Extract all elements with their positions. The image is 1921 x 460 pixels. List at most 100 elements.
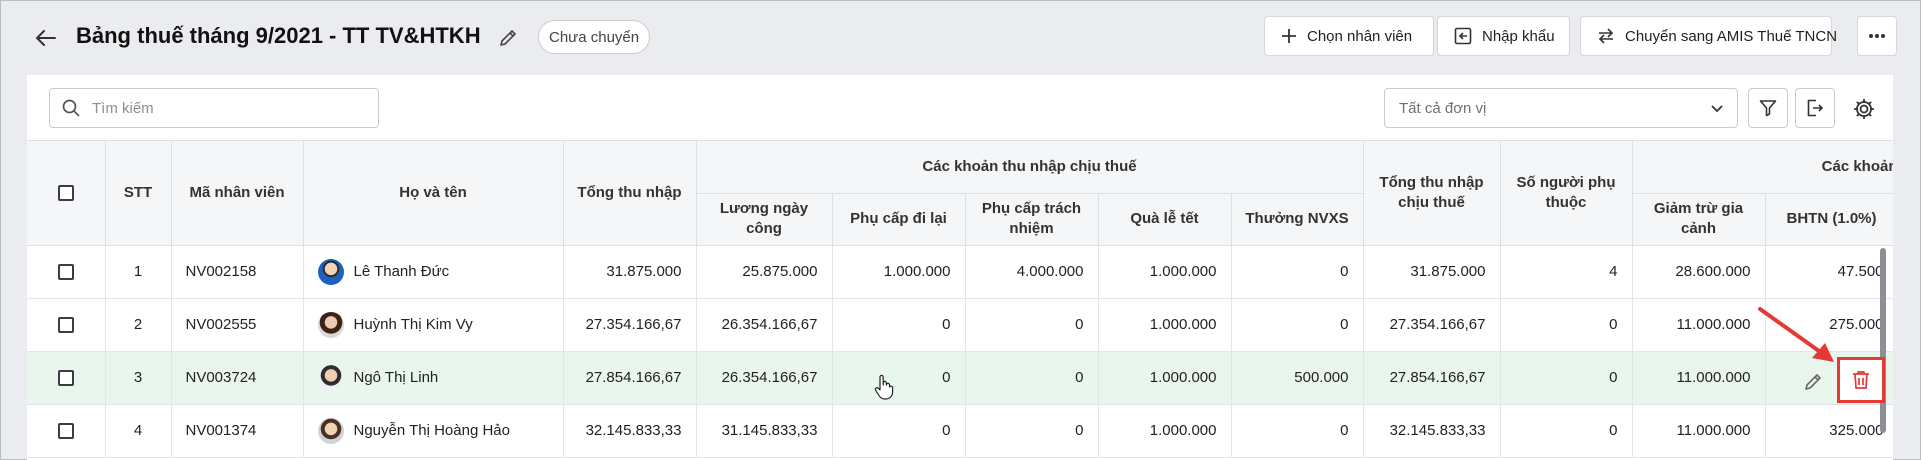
more-button[interactable] — [1857, 16, 1897, 56]
col-family-deduction: Giảm trừ gia cảnh — [1632, 193, 1766, 246]
col-bhtn: BHTN (1.0%) — [1765, 193, 1893, 246]
content-panel: Tất cả đơn vị STT Mã nhân viên Họ và tên — [27, 75, 1893, 460]
search-box[interactable] — [49, 88, 379, 128]
table-row[interactable]: 4 NV001374 Nguyễn Thị Hoàng Hảo 32.145.8… — [27, 404, 1893, 458]
transfer-icon — [1598, 28, 1614, 44]
edit-title-button[interactable] — [496, 26, 520, 50]
cell-dependents: 0 — [1500, 298, 1633, 352]
cell-travel: 0 — [832, 404, 966, 458]
cell-total-income: 27.354.166,67 — [563, 298, 697, 352]
settings-button[interactable] — [1849, 94, 1879, 124]
cell-travel: 1.000.000 — [832, 245, 966, 299]
col-group-taxable: Các khoản thu nhập chịu thuế — [696, 141, 1364, 194]
table-row[interactable]: 2 NV002555 Huỳnh Thị Kim Vy 27.354.166,6… — [27, 298, 1893, 352]
chevron-down-icon — [1711, 105, 1723, 113]
back-arrow-icon — [36, 30, 56, 46]
cell-employee-code: NV001374 — [171, 404, 304, 458]
unit-select-value: Tất cả đơn vị — [1399, 99, 1487, 117]
gear-icon — [1854, 99, 1874, 119]
col-employee-code: Mã nhân viên — [171, 141, 304, 246]
cell-total-taxable: 27.354.166,67 — [1363, 298, 1501, 352]
col-group-deductions: Các khoản — [1632, 141, 1893, 194]
status-badge: Chưa chuyển — [538, 20, 651, 54]
col-holiday-gift: Quà lễ tết — [1098, 193, 1232, 246]
cell-holiday: 1.000.000 — [1098, 351, 1232, 405]
col-full-name: Họ và tên — [303, 141, 564, 246]
cell-bonus: 0 — [1231, 404, 1364, 458]
employee-name: Ngô Thị Linh — [353, 369, 439, 386]
pencil-icon — [1805, 374, 1821, 390]
avatar — [317, 311, 344, 338]
cell-stt: 3 — [105, 351, 172, 405]
cell-stt: 2 — [105, 298, 172, 352]
cell-travel: 0 — [832, 298, 966, 352]
avatar — [317, 258, 344, 285]
back-button[interactable] — [34, 26, 58, 50]
cell-holiday: 1.000.000 — [1098, 404, 1232, 458]
cell-full-name: Lê Thanh Đức — [303, 245, 564, 299]
avatar — [317, 417, 344, 444]
import-label: Nhập khẩu — [1482, 27, 1555, 45]
filter-button[interactable] — [1748, 88, 1788, 128]
row-checkbox-cell — [27, 351, 106, 405]
choose-employee-button[interactable]: Chọn nhân viên — [1264, 16, 1434, 56]
tax-table: STT Mã nhân viên Họ và tên Tổng thu nhập… — [27, 141, 1893, 458]
cell-employee-code: NV003724 — [171, 351, 304, 405]
cell-total-income: 31.875.000 — [563, 245, 697, 299]
cell-responsibility: 0 — [965, 351, 1099, 405]
row-checkbox[interactable] — [57, 370, 74, 387]
cell-holiday: 1.000.000 — [1098, 298, 1232, 352]
cell-bhtn: 275.000 — [1765, 298, 1893, 352]
col-total-taxable: Tổng thu nhập chịu thuế — [1363, 141, 1501, 246]
employee-name: Lê Thanh Đức — [353, 263, 450, 280]
table-row[interactable]: 3 NV003724 Ngô Thị Linh 27.854.166,67 26… — [27, 351, 1893, 405]
cell-employee-code: NV002158 — [171, 245, 304, 299]
cell-dependents: 0 — [1500, 351, 1633, 405]
search-input[interactable] — [92, 99, 362, 117]
import-icon — [1454, 27, 1472, 45]
cell-full-name: Huỳnh Thị Kim Vy — [303, 298, 564, 352]
cell-family-deduction: 11.000.000 — [1632, 298, 1766, 352]
cell-dependents: 0 — [1500, 404, 1633, 458]
trash-icon — [1853, 371, 1869, 389]
cell-total-income: 27.854.166,67 — [563, 351, 697, 405]
export-icon — [1807, 99, 1824, 117]
cell-salary: 25.875.000 — [696, 245, 833, 299]
cell-responsibility: 4.000.000 — [965, 245, 1099, 299]
col-total-income: Tổng thu nhập — [563, 141, 697, 246]
row-checkbox[interactable] — [57, 264, 74, 281]
transfer-button[interactable]: Chuyển sang AMIS Thuế TNCN — [1580, 16, 1837, 56]
employee-name: Huỳnh Thị Kim Vy — [353, 316, 473, 333]
row-delete-button[interactable] — [1837, 357, 1885, 403]
cell-salary: 26.354.166,67 — [696, 298, 833, 352]
cell-travel: 0 — [832, 351, 966, 405]
table-row[interactable]: 1 NV002158 Lê Thanh Đức 31.875.000 25.87… — [27, 245, 1893, 299]
hand-cursor-icon — [874, 374, 894, 400]
row-checkbox-cell — [27, 245, 106, 299]
cell-total-taxable: 27.854.166,67 — [1363, 351, 1501, 405]
cell-family-deduction: 11.000.000 — [1632, 404, 1766, 458]
cell-full-name: Nguyễn Thị Hoàng Hảo — [303, 404, 564, 458]
cell-total-taxable: 31.875.000 — [1363, 245, 1501, 299]
row-edit-button[interactable] — [1800, 369, 1826, 395]
import-button[interactable]: Nhập khẩu — [1437, 16, 1570, 56]
row-checkbox[interactable] — [57, 423, 74, 440]
export-button[interactable] — [1795, 88, 1835, 128]
cell-bhtn: 325.000 — [1765, 404, 1893, 458]
select-all-checkbox[interactable] — [57, 184, 74, 201]
cell-bonus: 0 — [1231, 245, 1364, 299]
cell-responsibility: 0 — [965, 404, 1099, 458]
select-all-header — [27, 141, 106, 246]
cell-family-deduction: 28.600.000 — [1632, 245, 1766, 299]
cell-stt: 1 — [105, 245, 172, 299]
avatar — [317, 364, 344, 391]
employee-name: Nguyễn Thị Hoàng Hảo — [353, 422, 511, 439]
row-checkbox[interactable] — [57, 317, 74, 334]
unit-select[interactable]: Tất cả đơn vị — [1384, 88, 1738, 128]
cell-bonus: 0 — [1231, 298, 1364, 352]
vertical-scrollbar[interactable] — [1880, 248, 1886, 433]
col-group-deductions-label: Các khoản — [1821, 157, 1893, 175]
search-icon — [62, 99, 80, 117]
row-checkbox-cell — [27, 404, 106, 458]
cell-holiday: 1.000.000 — [1098, 245, 1232, 299]
